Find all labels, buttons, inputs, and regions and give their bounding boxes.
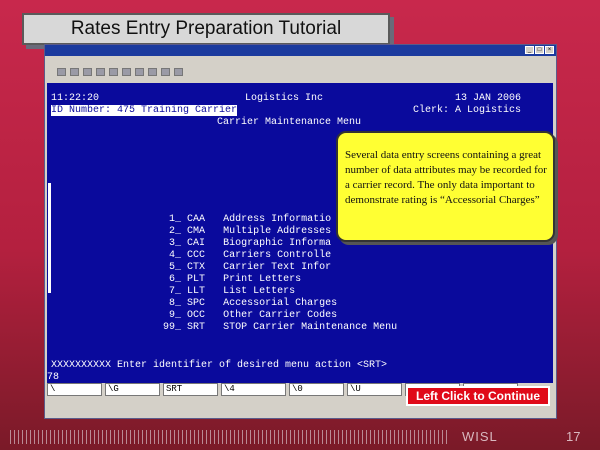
toolbar-icon[interactable] — [83, 67, 92, 76]
menu-item[interactable]: 7_ LLT List Letters — [169, 286, 295, 297]
continue-button[interactable]: Left Click to Continue — [406, 386, 550, 406]
terminal-time: 11:22:20 — [51, 93, 100, 104]
menu-item-code: CTX — [187, 262, 206, 273]
menu-item[interactable]: 5_ CTX Carrier Text Infor — [169, 262, 331, 273]
menu-item-label: Multiple Addresses — [223, 226, 332, 237]
terminal-scroll-marker — [48, 183, 51, 293]
menu-item[interactable]: 6_ PLT Print Letters — [169, 274, 301, 285]
menu-item-number: 8_ — [169, 298, 182, 309]
menu-item-code: CMA — [187, 226, 206, 237]
menu-item-code: LLT — [187, 286, 206, 297]
menu-item-label: Address Informatio — [223, 214, 332, 225]
slide-number: 17 — [566, 429, 581, 444]
menu-item[interactable]: 8_ SPC Accessorial Charges — [169, 298, 337, 309]
menu-item-number: 2_ — [169, 226, 182, 237]
terminal-date: 13 JAN 2006 — [455, 93, 522, 104]
footer-decoration — [10, 430, 450, 444]
menu-item-number: 9_ — [169, 310, 182, 321]
close-button[interactable]: × — [545, 46, 554, 54]
field-input[interactable]: \0 — [289, 383, 344, 396]
menu-item-label: List Letters — [223, 286, 296, 297]
toolbar-icon[interactable] — [148, 67, 157, 76]
menu-item-number: 1_ — [169, 214, 182, 225]
menu-item-number: 5_ — [169, 262, 182, 273]
menu-item-label: Other Carrier Codes — [223, 310, 338, 321]
menu-item-number: 99_ — [163, 322, 182, 333]
menu-item-code: SRT — [187, 322, 206, 333]
menu-bar — [45, 56, 556, 66]
maximize-button[interactable]: □ — [535, 46, 544, 54]
terminal-id-line: ID Number: 475 Training Carrier — [51, 105, 238, 116]
field-input[interactable]: \ — [47, 383, 102, 396]
menu-item[interactable]: 1_ CAA Address Informatio — [169, 214, 331, 225]
terminal-prompt: XXXXXXXXXX Enter identifier of desired m… — [51, 360, 388, 371]
terminal-input[interactable]: 78 — [47, 372, 59, 383]
menu-item-code: SPC — [187, 298, 206, 309]
menu-item[interactable]: 9_ OCC Other Carrier Codes — [169, 310, 337, 321]
menu-item-code: OCC — [187, 310, 206, 321]
menu-item-label: STOP Carrier Maintenance Menu — [223, 322, 398, 333]
toolbar-icon[interactable] — [174, 67, 183, 76]
menu-item-number: 4_ — [169, 250, 182, 261]
menu-item-code: CCC — [187, 250, 206, 261]
menu-item[interactable]: 4_ CCC Carriers Controlle — [169, 250, 331, 261]
window-controls: _ □ × — [525, 46, 554, 54]
toolbar-icon[interactable] — [109, 67, 118, 76]
field-input[interactable]: \4 — [221, 383, 286, 396]
toolbar-icon[interactable] — [135, 67, 144, 76]
toolbar-icon[interactable] — [57, 67, 66, 76]
org-label: WISL — [462, 429, 498, 444]
slide-title: Rates Entry Preparation Tutorial — [22, 13, 390, 45]
menu-item-number: 3_ — [169, 238, 182, 249]
window-titlebar: _ □ × — [45, 45, 556, 56]
toolbar-icon[interactable] — [122, 67, 131, 76]
menu-item-label: Print Letters — [223, 274, 302, 285]
menu-item[interactable]: 3_ CAI Biographic Informa — [169, 238, 331, 249]
menu-item-code: CAA — [187, 214, 206, 225]
menu-item-label: Carrier Text Infor — [223, 262, 332, 273]
info-callout: Several data entry screens containing a … — [336, 131, 555, 242]
toolbar-icon[interactable] — [96, 67, 105, 76]
terminal-clerk: Clerk: A Logistics — [413, 105, 522, 116]
menu-item[interactable]: 2_ CMA Multiple Addresses — [169, 226, 331, 237]
menu-item-number: 6_ — [169, 274, 182, 285]
minimize-button[interactable]: _ — [525, 46, 534, 54]
menu-item-code: PLT — [187, 274, 206, 285]
menu-item[interactable]: 99_ SRT STOP Carrier Maintenance Menu — [163, 322, 397, 333]
toolbar — [45, 66, 556, 77]
field-input[interactable]: \U — [347, 383, 402, 396]
menu-item-code: CAI — [187, 238, 206, 249]
menu-item-number: 7_ — [169, 286, 182, 297]
menu-item-label: Carriers Controlle — [223, 250, 332, 261]
terminal-company: Logistics Inc — [245, 93, 324, 104]
toolbar-icon[interactable] — [161, 67, 170, 76]
menu-title: Carrier Maintenance Menu — [217, 117, 362, 128]
menu-item-label: Biographic Informa — [223, 238, 332, 249]
field-input[interactable]: SRT — [163, 383, 218, 396]
field-input[interactable]: \G — [105, 383, 160, 396]
toolbar-icon[interactable] — [70, 67, 79, 76]
menu-item-label: Accessorial Charges — [223, 298, 338, 309]
